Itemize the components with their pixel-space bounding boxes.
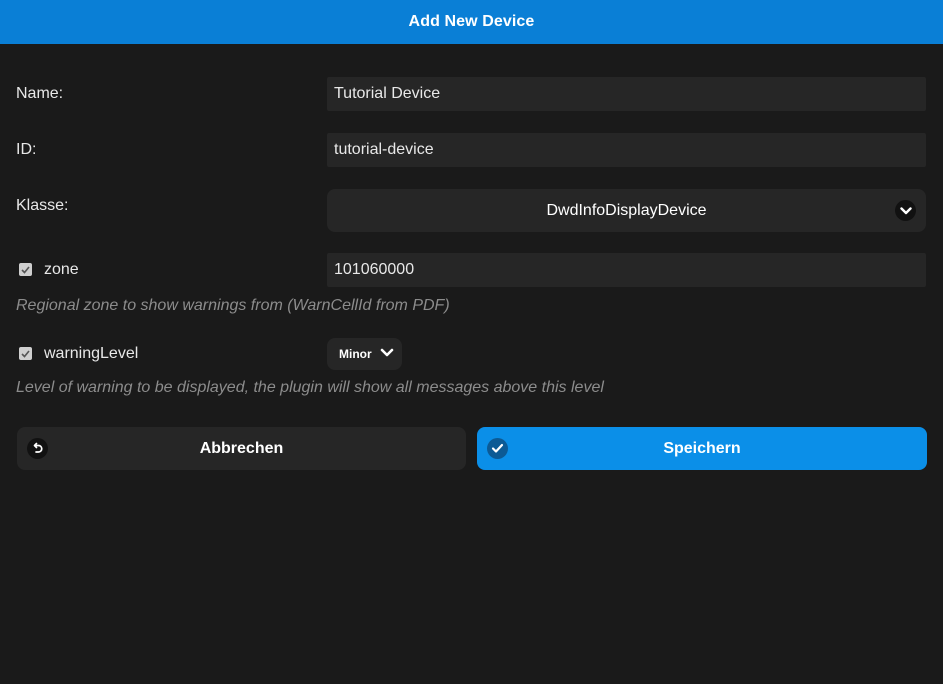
check-icon: [487, 438, 508, 459]
klasse-select-value: DwdInfoDisplayDevice: [546, 201, 707, 219]
dialog-header: Add New Device: [0, 0, 943, 44]
warning-level-hint: Level of warning to be displayed, the pl…: [16, 379, 604, 396]
warning-level-checkbox[interactable]: [19, 347, 32, 360]
name-input[interactable]: Tutorial Device: [327, 77, 926, 111]
name-label: Name:: [16, 85, 64, 102]
id-input[interactable]: tutorial-device: [327, 133, 926, 167]
dialog-title: Add New Device: [408, 13, 535, 30]
save-button[interactable]: Speichern: [477, 427, 927, 470]
chevron-down-icon: [895, 200, 916, 221]
zone-checkbox[interactable]: [19, 263, 32, 276]
warning-level-label: warningLevel: [44, 345, 139, 362]
chevron-down-icon: [380, 347, 394, 361]
warning-level-select[interactable]: Minor: [327, 338, 402, 370]
zone-input[interactable]: 101060000: [327, 253, 926, 287]
save-button-label: Speichern: [663, 439, 741, 457]
checkmark-icon: [21, 349, 30, 358]
klasse-label: Klasse:: [16, 197, 69, 214]
undo-icon: [27, 438, 48, 459]
klasse-select[interactable]: DwdInfoDisplayDevice: [327, 189, 926, 232]
zone-hint: Regional zone to show warnings from (War…: [16, 297, 450, 314]
cancel-button[interactable]: Abbrechen: [17, 427, 466, 470]
checkmark-icon: [21, 265, 30, 274]
zone-label: zone: [44, 261, 79, 278]
warning-level-select-value: Minor: [339, 347, 372, 361]
id-label: ID:: [16, 141, 37, 158]
cancel-button-label: Abbrechen: [199, 439, 284, 457]
